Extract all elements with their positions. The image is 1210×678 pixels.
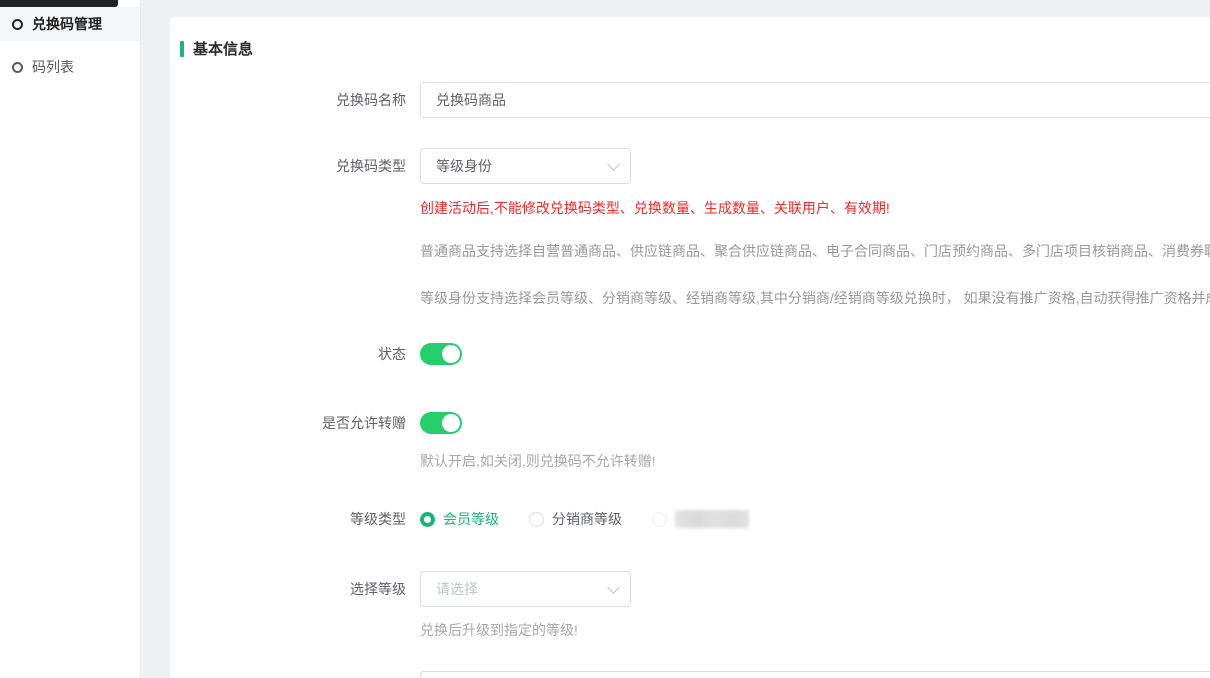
toggle-knob bbox=[442, 345, 460, 363]
tip-normal-goods: 普通商品支持选择自营普通商品、供应链商品、聚合供应链商品、电子合同商品、门店预约… bbox=[420, 241, 1210, 261]
radio-option-member-level[interactable]: 会员等级 bbox=[420, 509, 499, 529]
top-edge-dark-bar bbox=[0, 0, 118, 7]
sidebar: 兑换码管理 码列表 bbox=[0, 0, 141, 678]
warning-text: 创建活动后,不能修改兑换码类型、兑换数量、生成数量、关联用户、有效期! bbox=[420, 198, 890, 218]
tip-level-identity: 等级身份支持选择会员等级、分销商等级、经销商等级,其中分销商/经销商等级兑换时，… bbox=[420, 288, 1210, 308]
redacted-label-blur bbox=[675, 510, 749, 528]
section-accent-bar bbox=[180, 41, 184, 57]
row-level-type: 等级类型 会员等级 分销商等级 bbox=[170, 508, 1210, 530]
select-level-placeholder: 请选择 bbox=[436, 579, 478, 599]
sidebar-item-label: 兑换码管理 bbox=[32, 14, 102, 34]
status-toggle[interactable] bbox=[420, 343, 462, 365]
select-level-select[interactable]: 请选择 bbox=[420, 571, 631, 607]
radio-unchecked-icon bbox=[529, 512, 544, 527]
chevron-down-icon bbox=[607, 158, 620, 171]
circle-bullet-icon bbox=[12, 19, 23, 30]
radio-label: 分销商等级 bbox=[552, 509, 622, 529]
circle-bullet-icon bbox=[12, 62, 23, 73]
next-field-input-partial[interactable] bbox=[420, 671, 1210, 678]
radio-option-distributor-level[interactable]: 分销商等级 bbox=[529, 509, 622, 529]
code-type-select[interactable]: 等级身份 bbox=[420, 148, 631, 184]
chevron-down-icon bbox=[607, 581, 620, 594]
transfer-label: 是否允许转赠 bbox=[170, 413, 420, 433]
row-code-type: 兑换码类型 等级身份 bbox=[170, 148, 1210, 184]
sidebar-item-code-management[interactable]: 兑换码管理 bbox=[0, 7, 140, 41]
sidebar-item-label: 码列表 bbox=[32, 57, 74, 77]
basic-info-panel: 基本信息 兑换码名称 兑换码类型 等级身份 创建活动后,不能修改兑换码类型、兑换… bbox=[170, 17, 1210, 678]
sidebar-item-code-list[interactable]: 码列表 bbox=[0, 50, 140, 84]
level-type-label: 等级类型 bbox=[170, 509, 420, 529]
radio-label: 会员等级 bbox=[443, 509, 499, 529]
row-code-name: 兑换码名称 bbox=[170, 82, 1210, 118]
section-title: 基本信息 bbox=[193, 38, 253, 59]
row-transfer: 是否允许转赠 bbox=[170, 412, 1210, 434]
select-level-help-text: 兑换后升级到指定的等级! bbox=[420, 620, 578, 640]
radio-unchecked-icon bbox=[652, 512, 667, 527]
code-type-label: 兑换码类型 bbox=[170, 156, 420, 176]
code-type-selected-value: 等级身份 bbox=[436, 156, 492, 176]
transfer-help-text: 默认开启,如关闭,则兑换码不允许转赠! bbox=[420, 451, 656, 471]
level-type-radio-group: 会员等级 分销商等级 bbox=[420, 509, 749, 529]
section-header: 基本信息 bbox=[180, 38, 253, 59]
radio-option-redacted[interactable] bbox=[652, 510, 749, 528]
row-select-level: 选择等级 请选择 bbox=[170, 571, 1210, 607]
code-name-label: 兑换码名称 bbox=[170, 90, 420, 110]
toggle-knob bbox=[442, 414, 460, 432]
status-label: 状态 bbox=[170, 344, 420, 364]
transfer-toggle[interactable] bbox=[420, 412, 462, 434]
row-status: 状态 bbox=[170, 343, 1210, 365]
radio-checked-icon bbox=[420, 512, 435, 527]
code-name-input[interactable] bbox=[420, 82, 1210, 118]
select-level-label: 选择等级 bbox=[170, 579, 420, 599]
